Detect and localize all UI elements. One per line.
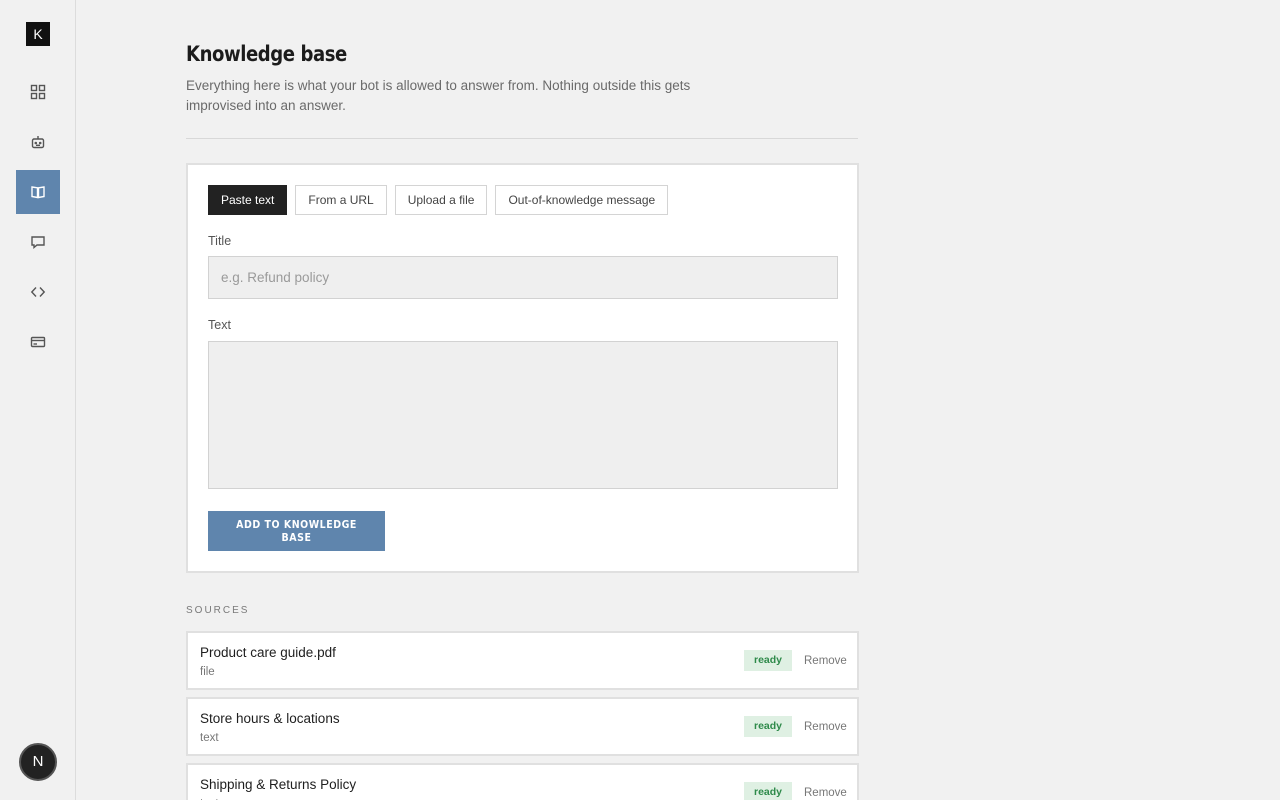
robot-icon xyxy=(31,136,45,149)
source-name: Shipping & Returns Policy xyxy=(200,777,357,792)
sidebar: K N xyxy=(0,0,76,800)
source-name: Store hours & locations xyxy=(200,711,340,726)
card-icon xyxy=(30,336,46,348)
header-divider xyxy=(186,138,858,139)
tab-out-of-knowledge-message[interactable]: Out-of-knowledge message xyxy=(495,185,669,215)
book-icon xyxy=(31,186,45,199)
status-badge: ready xyxy=(744,716,792,737)
app-logo[interactable]: K xyxy=(26,22,50,46)
tab-from-url[interactable]: From a URL xyxy=(295,185,387,215)
sidebar-item-bot[interactable] xyxy=(16,120,60,164)
source-row: Product care guide.pdf file ready Remove xyxy=(186,631,859,690)
title-label: Title xyxy=(208,234,232,248)
sources-heading: SOURCES xyxy=(186,605,250,616)
source-type: file xyxy=(200,666,215,678)
remove-button[interactable]: Remove xyxy=(804,721,847,733)
source-type-tabs: Paste text From a URL Upload a file Out-… xyxy=(208,185,669,215)
add-source-card: Paste text From a URL Upload a file Out-… xyxy=(186,163,859,573)
tab-upload-file[interactable]: Upload a file xyxy=(394,185,488,215)
chat-icon xyxy=(31,236,45,249)
status-badge: ready xyxy=(744,782,792,800)
remove-button[interactable]: Remove xyxy=(804,655,847,667)
tab-paste-text[interactable]: Paste text xyxy=(208,185,288,215)
grid-icon xyxy=(30,84,46,100)
source-row: Shipping & Returns Policy text ready Rem… xyxy=(186,763,859,800)
status-badge: ready xyxy=(744,650,792,671)
page-title: Knowledge base xyxy=(186,42,347,66)
sidebar-item-embed[interactable] xyxy=(16,270,60,314)
page-description: Everything here is what your bot is allo… xyxy=(186,78,691,113)
text-input[interactable] xyxy=(208,341,838,489)
remove-button[interactable]: Remove xyxy=(804,787,847,799)
user-avatar[interactable]: N xyxy=(19,743,57,781)
source-row: Store hours & locations text ready Remov… xyxy=(186,697,859,756)
add-button-label: ADD TO KNOWLEDGE BASE xyxy=(236,518,357,544)
add-to-knowledge-base-button[interactable]: ADD TO KNOWLEDGE BASE xyxy=(208,511,385,551)
sidebar-item-dashboard[interactable] xyxy=(16,70,60,114)
text-label: Text xyxy=(208,318,231,332)
title-input[interactable] xyxy=(208,256,838,299)
sidebar-item-conversations[interactable] xyxy=(16,220,60,264)
code-icon xyxy=(30,287,46,297)
sidebar-item-knowledge[interactable] xyxy=(16,170,60,214)
source-name: Product care guide.pdf xyxy=(200,645,336,660)
source-type: text xyxy=(200,732,219,744)
sidebar-item-billing[interactable] xyxy=(16,320,60,364)
